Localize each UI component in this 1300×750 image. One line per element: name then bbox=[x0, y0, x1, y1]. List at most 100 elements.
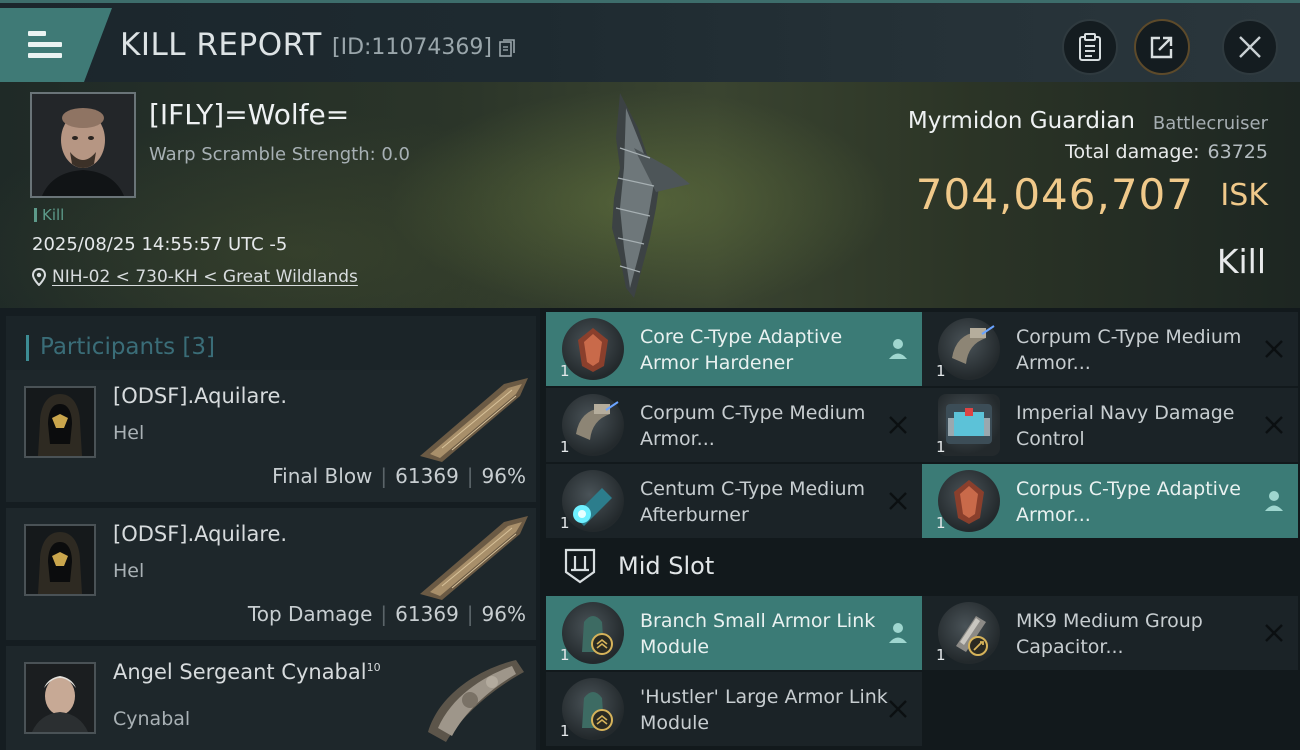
module-qty: 1 bbox=[936, 646, 946, 664]
module-slot[interactable]: 1 Corpus C-Type Adaptive Armor... bbox=[922, 464, 1298, 538]
isk-unit: ISK bbox=[1220, 178, 1268, 213]
victim-banner: [IFLY]=Wolfe= Warp Scramble Strength: 0.… bbox=[0, 82, 1300, 308]
kill-tag: Kill bbox=[34, 206, 64, 224]
dropped-person-icon bbox=[889, 339, 907, 359]
destroyed-x-icon bbox=[889, 492, 907, 510]
participant-role: Final Blow bbox=[272, 464, 373, 488]
module-qty: 1 bbox=[560, 438, 570, 456]
hooded-pilot-icon bbox=[26, 526, 94, 594]
destroyed-x-icon bbox=[1265, 416, 1283, 434]
participant-ship-image bbox=[420, 378, 528, 462]
page-title: KILL REPORT bbox=[120, 27, 322, 63]
participants-panel: Participants [3] [ODSF].Aquilare. Hel Fi… bbox=[0, 308, 540, 750]
destroyed-x-icon bbox=[1265, 624, 1283, 642]
module-slot[interactable]: 1 'Hustler' Large Armor Link Module bbox=[546, 672, 922, 746]
participant-damage: 61369 bbox=[395, 602, 459, 626]
warp-scramble-strength: Warp Scramble Strength: 0.0 bbox=[149, 144, 411, 165]
participant-avatar bbox=[24, 524, 96, 596]
participants-label: Participants [3] bbox=[40, 334, 215, 360]
clipboard-button[interactable] bbox=[1062, 19, 1118, 75]
mid-slot-icon bbox=[564, 548, 596, 584]
participant-ship-image bbox=[420, 516, 528, 600]
share-button[interactable] bbox=[1134, 19, 1190, 75]
module-slot[interactable]: 1 Branch Small Armor Link Module bbox=[546, 596, 922, 670]
total-damage: Total damage: 63725 bbox=[1065, 141, 1268, 163]
armor-link-icon bbox=[562, 602, 624, 664]
close-icon bbox=[1239, 36, 1261, 58]
participant-name: [ODSF].Aquilare. bbox=[113, 384, 288, 408]
participant-stats: Top Damage | 61369 | 96% bbox=[247, 602, 526, 626]
participant-percent: 96% bbox=[481, 602, 526, 626]
participant-row[interactable]: Angel Sergeant Cynabal10 Cynabal bbox=[6, 646, 536, 750]
report-id: [ID:11074369] bbox=[332, 35, 492, 60]
isk-value: 704,046,707 bbox=[915, 170, 1194, 219]
dropped-person-icon bbox=[1265, 491, 1283, 511]
total-damage-value: 63725 bbox=[1207, 141, 1268, 163]
hooded-pilot-icon bbox=[26, 388, 94, 456]
total-damage-label: Total damage: bbox=[1065, 141, 1200, 163]
pilot-portrait-icon bbox=[32, 94, 134, 196]
participant-level: 10 bbox=[366, 661, 381, 674]
module-slot[interactable]: 1 Imperial Navy Damage Control bbox=[922, 388, 1298, 462]
menu-icon bbox=[28, 31, 62, 61]
participants-header[interactable]: Participants [3] bbox=[6, 316, 536, 374]
armor-plate-icon bbox=[562, 394, 624, 456]
participant-percent: 96% bbox=[481, 464, 526, 488]
module-name: Imperial Navy Damage Control bbox=[1016, 402, 1235, 450]
module-name: Corpum C-Type Medium Armor... bbox=[1016, 326, 1242, 374]
module-slot[interactable]: 1 Core C-Type Adaptive Armor Hardener bbox=[546, 312, 922, 386]
location-pin-icon bbox=[32, 268, 46, 286]
location-link[interactable]: NIH-02 < 730-KH < Great Wildlands bbox=[32, 267, 358, 287]
menu-button[interactable] bbox=[0, 8, 112, 82]
module-name: 'Hustler' Large Armor Link Module bbox=[640, 686, 888, 734]
module-qty: 1 bbox=[560, 362, 570, 380]
module-qty: 1 bbox=[560, 514, 570, 532]
armor-link-icon bbox=[562, 678, 624, 740]
participant-row[interactable]: [ODSF].Aquilare. Hel Top Damage | 61369 | 96… bbox=[6, 508, 536, 640]
victim-name[interactable]: [IFLY]=Wolfe= bbox=[149, 98, 349, 131]
npc-pilot-icon bbox=[26, 664, 94, 732]
participant-avatar bbox=[24, 386, 96, 458]
title-bar: KILL REPORT [ID:11074369] bbox=[0, 0, 1300, 82]
module-qty: 1 bbox=[936, 438, 946, 456]
damage-control-icon bbox=[938, 394, 1000, 456]
armor-plate-icon bbox=[938, 318, 1000, 380]
location-text: NIH-02 < 730-KH < Great Wildlands bbox=[52, 267, 358, 287]
participant-row[interactable]: [ODSF].Aquilare. Hel Final Blow | 61369 | 96… bbox=[6, 370, 536, 502]
module-name: MK9 Medium Group Capacitor... bbox=[1016, 610, 1203, 658]
module-name: Corpus C-Type Adaptive Armor... bbox=[1016, 478, 1241, 526]
capacitor-icon bbox=[938, 602, 1000, 664]
module-qty: 1 bbox=[936, 514, 946, 532]
kill-result: Kill bbox=[1216, 242, 1266, 281]
participant-name: Angel Sergeant Cynabal10 bbox=[113, 660, 381, 684]
module-slot[interactable]: 1 Corpum C-Type Medium Armor... bbox=[546, 388, 922, 462]
module-qty: 1 bbox=[560, 646, 570, 664]
fitting-panel: 1 Core C-Type Adaptive Armor Hardener 1 … bbox=[540, 308, 1300, 750]
participant-ship: Hel bbox=[113, 560, 145, 582]
module-slot[interactable]: 1 MK9 Medium Group Capacitor... bbox=[922, 596, 1298, 670]
mid-slot-label: Mid Slot bbox=[618, 552, 715, 580]
kill-datetime: 2025/08/25 14:55:57 UTC -5 bbox=[32, 234, 288, 255]
close-button[interactable] bbox=[1222, 19, 1278, 75]
destroyed-x-icon bbox=[889, 700, 907, 718]
module-name: Corpum C-Type Medium Armor... bbox=[640, 402, 866, 450]
victim-portrait[interactable] bbox=[30, 92, 136, 198]
ship-class: Battlecruiser bbox=[1152, 113, 1268, 134]
module-slot[interactable]: 1 Centum C-Type Medium Afterburner bbox=[546, 464, 922, 538]
module-slot[interactable]: 1 Corpum C-Type Medium Armor... bbox=[922, 312, 1298, 386]
participant-name: [ODSF].Aquilare. bbox=[113, 522, 288, 546]
participant-ship: Hel bbox=[113, 422, 145, 444]
participant-damage: 61369 bbox=[395, 464, 459, 488]
destroyed-x-icon bbox=[1265, 340, 1283, 358]
share-icon bbox=[1150, 36, 1173, 59]
module-qty: 1 bbox=[560, 722, 570, 740]
copy-id-icon[interactable] bbox=[499, 39, 515, 57]
module-name: Centum C-Type Medium Afterburner bbox=[640, 478, 866, 526]
participant-role: Top Damage bbox=[247, 602, 373, 626]
clipboard-icon bbox=[1079, 33, 1101, 61]
module-name: Branch Small Armor Link Module bbox=[640, 610, 876, 658]
participant-avatar bbox=[24, 662, 96, 734]
armor-hardener-icon bbox=[562, 318, 624, 380]
destroyed-x-icon bbox=[889, 416, 907, 434]
ship-name[interactable]: Myrmidon Guardian bbox=[908, 108, 1135, 134]
